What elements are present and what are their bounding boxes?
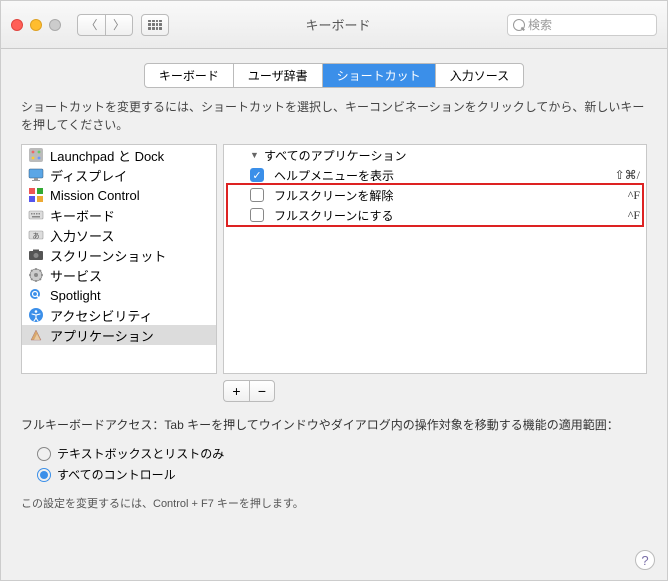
services-icon bbox=[28, 267, 44, 283]
svg-text:あ: あ bbox=[33, 232, 40, 240]
tab-3[interactable]: 入力ソース bbox=[436, 64, 523, 87]
minimize-icon[interactable] bbox=[30, 19, 42, 31]
shortcut-key[interactable]: ^F bbox=[628, 208, 640, 223]
spotlight-icon bbox=[28, 287, 44, 303]
tab-0[interactable]: キーボード bbox=[145, 64, 234, 87]
instructions-text: ショートカットを変更するには、ショートカットを選択し、キーコンビネーションをクリ… bbox=[1, 98, 667, 144]
category-label: ディスプレイ bbox=[50, 166, 127, 185]
shortcut-key[interactable]: ^F bbox=[628, 188, 640, 203]
back-button[interactable]: 〈 bbox=[77, 14, 105, 36]
checkbox[interactable] bbox=[250, 188, 264, 202]
category-app[interactable]: アプリケーション bbox=[22, 325, 216, 345]
shortcut-row-0[interactable]: ✓ ヘルプメニューを表示⇧⌘/ bbox=[224, 165, 646, 185]
app-icon bbox=[28, 327, 44, 343]
accessibility-icon bbox=[28, 307, 44, 323]
checkbox[interactable] bbox=[250, 208, 264, 222]
category-label: アプリケーション bbox=[50, 326, 154, 345]
window-controls bbox=[11, 19, 61, 31]
add-button[interactable]: + bbox=[223, 380, 249, 402]
radio-icon[interactable] bbox=[37, 468, 51, 482]
category-label: キーボード bbox=[50, 206, 115, 225]
category-label: スクリーンショット bbox=[50, 246, 166, 265]
forward-button[interactable]: 〉 bbox=[105, 14, 133, 36]
category-input[interactable]: あ 入力ソース bbox=[22, 225, 216, 245]
category-accessibility[interactable]: アクセシビリティ bbox=[22, 305, 216, 325]
screenshot-icon bbox=[28, 247, 44, 263]
remove-button[interactable]: − bbox=[249, 380, 275, 402]
full-keyboard-heading: フルキーボードアクセス：Tab キーを押してウインドウやダイアログ内の操作対象を… bbox=[1, 402, 667, 437]
shortcut-label: フルスクリーンにする bbox=[270, 207, 628, 224]
close-icon[interactable] bbox=[11, 19, 23, 31]
radio-label: テキストボックスとリストのみ bbox=[57, 445, 224, 462]
category-services[interactable]: サービス bbox=[22, 265, 216, 285]
checkbox[interactable]: ✓ bbox=[250, 168, 264, 182]
category-launchpad[interactable]: Launchpad と Dock bbox=[22, 145, 216, 165]
category-mission[interactable]: Mission Control bbox=[22, 185, 216, 205]
shortcut-row-2[interactable]: フルスクリーンにする^F bbox=[224, 205, 646, 225]
category-list[interactable]: Launchpad と Dockディスプレイ Mission Control キーボ… bbox=[21, 144, 217, 374]
shortcut-key[interactable]: ⇧⌘/ bbox=[615, 168, 640, 183]
tab-1[interactable]: ユーザ辞書 bbox=[234, 64, 323, 87]
full-keyboard-options: テキストボックスとリストのみすべてのコントロール bbox=[1, 437, 667, 491]
window-title: キーボード bbox=[177, 15, 499, 34]
category-label: Launchpad と Dock bbox=[50, 146, 164, 165]
input-icon: あ bbox=[28, 227, 44, 243]
disclosure-triangle-icon[interactable]: ▼ bbox=[250, 150, 260, 160]
category-label: Spotlight bbox=[50, 288, 101, 303]
category-label: Mission Control bbox=[50, 188, 140, 203]
tab-bar: キーボードユーザ辞書ショートカット入力ソース bbox=[1, 63, 667, 88]
grid-icon bbox=[148, 20, 162, 30]
shortcut-row-1[interactable]: フルスクリーンを解除^F bbox=[224, 185, 646, 205]
shortcut-label: フルスクリーンを解除 bbox=[270, 187, 628, 204]
shortcut-label: ヘルプメニューを表示 bbox=[270, 167, 615, 184]
titlebar: 〈 〉 キーボード 検索 bbox=[1, 1, 667, 49]
show-all-button[interactable] bbox=[141, 14, 169, 36]
category-spotlight[interactable]: Spotlight bbox=[22, 285, 216, 305]
add-remove-buttons: + − bbox=[223, 380, 667, 402]
shortcut-list[interactable]: ▼すべてのアプリケーション✓ヘルプメニューを表示⇧⌘/フルスクリーンを解除^Fフ… bbox=[223, 144, 647, 374]
nav-buttons: 〈 〉 bbox=[77, 14, 133, 36]
tab-2[interactable]: ショートカット bbox=[323, 64, 436, 87]
shortcut-group-header[interactable]: ▼すべてのアプリケーション bbox=[224, 145, 646, 165]
category-keyboard[interactable]: キーボード bbox=[22, 205, 216, 225]
help-button[interactable]: ? bbox=[635, 550, 655, 570]
radio-option-1[interactable]: すべてのコントロール bbox=[37, 464, 631, 485]
footnote-text: この設定を変更するには、Control + F7 キーを押します。 bbox=[1, 491, 667, 515]
radio-label: すべてのコントロール bbox=[57, 466, 176, 483]
zoom-icon[interactable] bbox=[49, 19, 61, 31]
category-label: アクセシビリティ bbox=[50, 306, 153, 325]
display-icon bbox=[28, 167, 44, 183]
category-label: サービス bbox=[50, 266, 102, 285]
search-input[interactable]: 検索 bbox=[507, 14, 657, 36]
group-label: すべてのアプリケーション bbox=[260, 147, 640, 164]
category-label: 入力ソース bbox=[50, 226, 114, 245]
radio-option-0[interactable]: テキストボックスとリストのみ bbox=[37, 443, 631, 464]
radio-icon[interactable] bbox=[37, 447, 51, 461]
keyboard-icon bbox=[28, 207, 44, 223]
mission-icon bbox=[28, 187, 44, 203]
prefs-window: 〈 〉 キーボード 検索 キーボードユーザ辞書ショートカット入力ソース ショート… bbox=[0, 0, 668, 581]
launchpad-icon bbox=[28, 147, 44, 163]
category-display[interactable]: ディスプレイ bbox=[22, 165, 216, 185]
category-screenshot[interactable]: スクリーンショット bbox=[22, 245, 216, 265]
